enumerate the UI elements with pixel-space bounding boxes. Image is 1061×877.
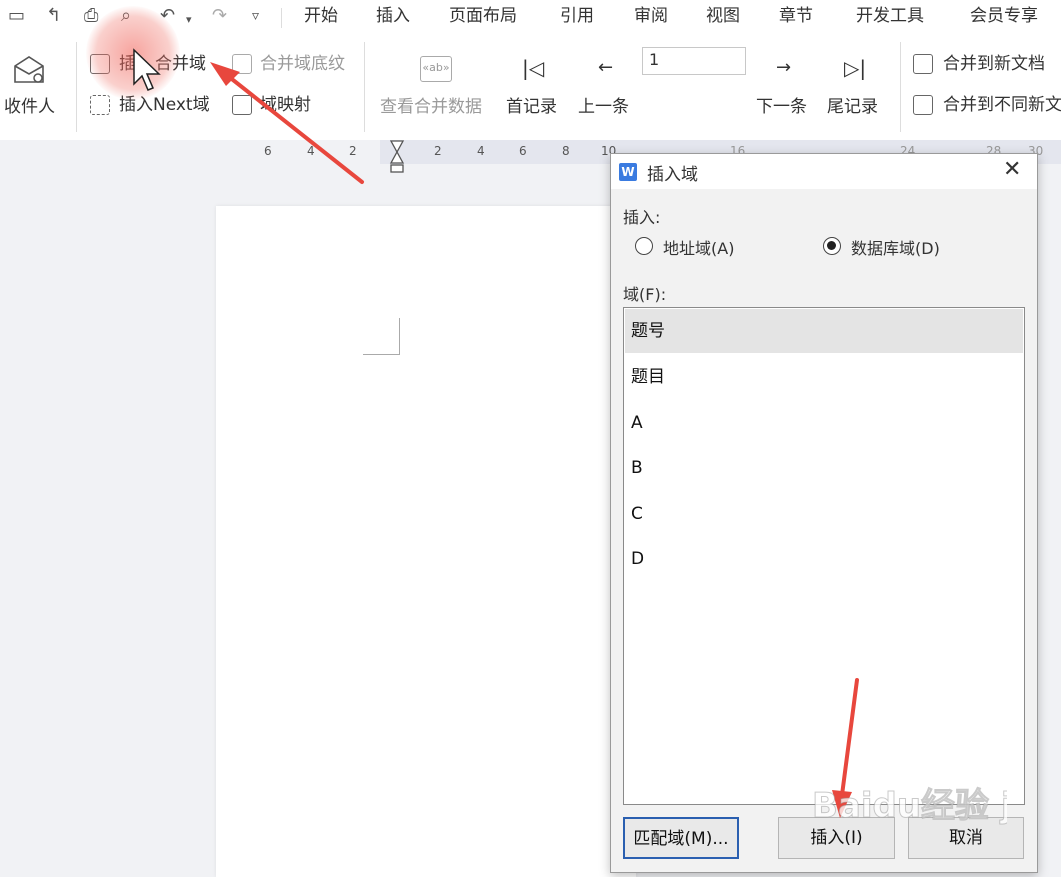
annotation-arrows: [210, 62, 859, 818]
arrow-to-merge-field: [210, 62, 364, 184]
watermark: Baidu经验 jingyan.baidu.com: [812, 786, 1007, 827]
